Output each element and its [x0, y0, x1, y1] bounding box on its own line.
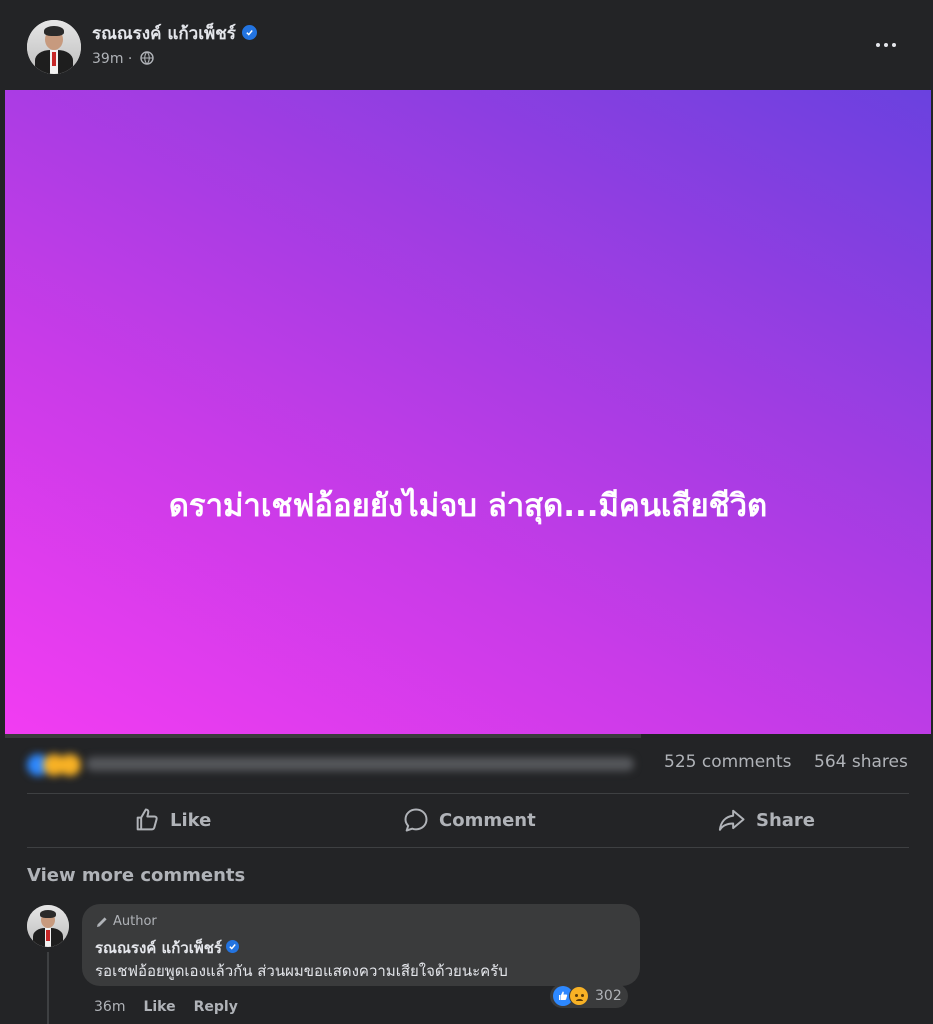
- divider: [27, 847, 909, 848]
- blurred-reactor-names: [86, 757, 634, 771]
- comment-timestamp[interactable]: 36m: [94, 999, 125, 1015]
- view-more-comments-link[interactable]: View more comments: [27, 865, 245, 886]
- comments-count[interactable]: 525 comments: [664, 752, 791, 772]
- comment-reply-button[interactable]: Reply: [194, 999, 238, 1015]
- dot-separator: ·: [127, 51, 133, 67]
- author-badge-label: Author: [113, 914, 157, 929]
- post-header: รณณรงค์ แก้วเพ็ชร์ 39m ·: [0, 0, 933, 90]
- comment-reactions[interactable]: 302: [550, 984, 628, 1008]
- verified-badge-icon: [225, 940, 239, 953]
- sad-reaction-icon: [59, 754, 81, 776]
- post-author-name[interactable]: รณณรงค์ แก้วเพ็ชร์: [92, 24, 236, 44]
- comment-reactions-count: 302: [595, 988, 622, 1004]
- comment-like-button[interactable]: Like: [143, 999, 175, 1015]
- commenter-avatar[interactable]: [27, 905, 69, 947]
- comment-text: รอเชฟอ้อยพูดเองแล้วกัน ส่วนผมขอแสดงความเ…: [95, 962, 508, 980]
- like-button-label: Like: [170, 809, 212, 831]
- more-options-icon[interactable]: [870, 36, 902, 54]
- post-author[interactable]: รณณรงค์ แก้วเพ็ชร์: [92, 20, 257, 47]
- author-avatar[interactable]: [27, 20, 81, 74]
- post-timestamp[interactable]: 39m ·: [92, 51, 154, 67]
- reactions-summary: 525 comments 564 shares: [0, 740, 933, 790]
- comment-button-label: Comment: [439, 809, 536, 831]
- comment-thread-line: [47, 952, 49, 1024]
- comment-meta: 36m Like Reply: [94, 999, 238, 1015]
- like-button[interactable]: Like: [133, 798, 211, 842]
- comment-author[interactable]: รณณรงค์ แก้วเพ็ชร์: [95, 936, 239, 960]
- globe-icon: [140, 51, 154, 65]
- comment-button[interactable]: Comment: [402, 798, 536, 842]
- author-badge: Author: [95, 914, 157, 929]
- post-time-text[interactable]: 39m: [92, 51, 123, 67]
- post-image-text: ดราม่าเชฟอ้อยยังไม่จบ ล่าสุด...มีคนเสียช…: [168, 488, 768, 524]
- share-arrow-icon: [718, 809, 745, 831]
- pencil-icon: [97, 916, 107, 927]
- comment-bubble-icon: [404, 808, 428, 832]
- image-bottom-strip: [5, 734, 641, 738]
- comment-bubble: Author รณณรงค์ แก้วเพ็ชร์ รอเชฟอ้อยพูดเอ…: [82, 904, 640, 986]
- comment-author-name[interactable]: รณณรงค์ แก้วเพ็ชร์: [95, 939, 222, 957]
- share-button[interactable]: Share: [717, 798, 815, 842]
- divider: [27, 793, 909, 794]
- thumbs-up-icon: [136, 808, 158, 831]
- verified-badge-icon: [241, 24, 257, 40]
- post-image[interactable]: ดราม่าเชฟอ้อยยังไม่จบ ล่าสุด...มีคนเสียช…: [5, 90, 931, 734]
- sad-reaction-icon: [569, 986, 589, 1006]
- shares-count[interactable]: 564 shares: [814, 752, 908, 772]
- share-button-label: Share: [756, 809, 816, 831]
